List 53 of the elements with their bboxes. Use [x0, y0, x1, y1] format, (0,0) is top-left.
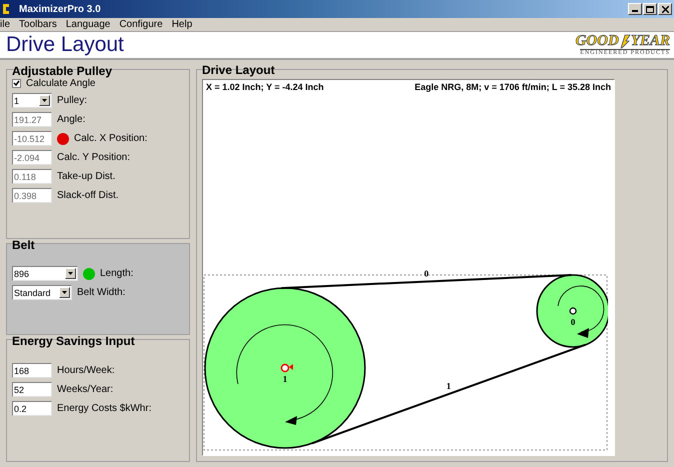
field-label: Length:: [100, 268, 134, 279]
field-label: Take-up Dist.: [57, 171, 116, 182]
caret-icon: [42, 99, 47, 102]
dropdown-field[interactable]: 1: [12, 93, 52, 108]
group-title: Drive Layout: [202, 63, 276, 77]
span-label: 0: [424, 268, 429, 279]
group-title: Energy Savings Input: [12, 334, 136, 348]
close-icon: [662, 6, 668, 12]
span-label: 1: [446, 381, 451, 392]
maximize-icon: [646, 6, 654, 12]
dropdown-field[interactable]: 896: [12, 266, 78, 281]
field-label: Hours/Week:: [57, 365, 115, 376]
page-title: Drive Layout: [6, 33, 124, 57]
logo-text: GOOD: [575, 34, 619, 49]
field-label: Weeks/Year:: [57, 384, 114, 395]
field-label: Energy Costs $kWhr:: [57, 403, 152, 414]
field-label: Slack-off Dist.: [57, 190, 118, 201]
checkbox[interactable]: [12, 79, 21, 88]
pulley-label: 1: [282, 374, 288, 384]
caret-icon: [68, 272, 73, 275]
input-field[interactable]: 0.2: [12, 401, 52, 416]
menu-item[interactable]: Toolbars: [19, 19, 57, 30]
menu-item[interactable]: Language: [66, 19, 110, 30]
field-label: Calc. Y Position:: [57, 152, 130, 163]
rotation-arrow: [558, 286, 604, 338]
maximize-button[interactable]: [643, 3, 657, 15]
field-label: Belt Width:: [77, 287, 126, 298]
pulley[interactable]: [536, 274, 608, 348]
belt-info: Eagle NRG, 8M; v = 1706 ft/min; L = 35.28 Inch: [414, 82, 611, 92]
caret-icon: [62, 291, 67, 294]
field-label: Calc. X Position:: [74, 133, 148, 144]
menu-item[interactable]: Configure: [119, 19, 163, 30]
field-label: Pulley:: [57, 95, 88, 106]
dropdown-button[interactable]: [65, 268, 76, 279]
menu-item[interactable]: Help: [172, 19, 192, 30]
dropdown-button[interactable]: [59, 287, 70, 298]
pulley[interactable]: [204, 287, 366, 449]
minimize-button[interactable]: [628, 3, 642, 15]
cursor-coordinates: X = 1.02 Inch; Y = -4.24 Inch: [206, 82, 324, 92]
pulley-label: 0: [570, 317, 576, 327]
close-button[interactable]: [658, 3, 672, 15]
group-title: Belt: [12, 238, 36, 252]
logo-text: YEAR: [630, 34, 670, 49]
input-field[interactable]: 168: [12, 363, 52, 378]
checkbox-label: Calculate Angle: [26, 78, 96, 89]
dropdown-field[interactable]: Standard: [12, 285, 72, 300]
menu-item[interactable]: ile: [0, 19, 10, 30]
dropdown-button[interactable]: [39, 95, 50, 106]
input-field[interactable]: 52: [12, 382, 52, 397]
group-title: Adjustable Pulley: [12, 64, 114, 78]
field-label: Angle:: [57, 114, 86, 125]
app-icon: [2, 3, 10, 15]
window-title: MaximizerPro 3.0: [19, 4, 101, 14]
